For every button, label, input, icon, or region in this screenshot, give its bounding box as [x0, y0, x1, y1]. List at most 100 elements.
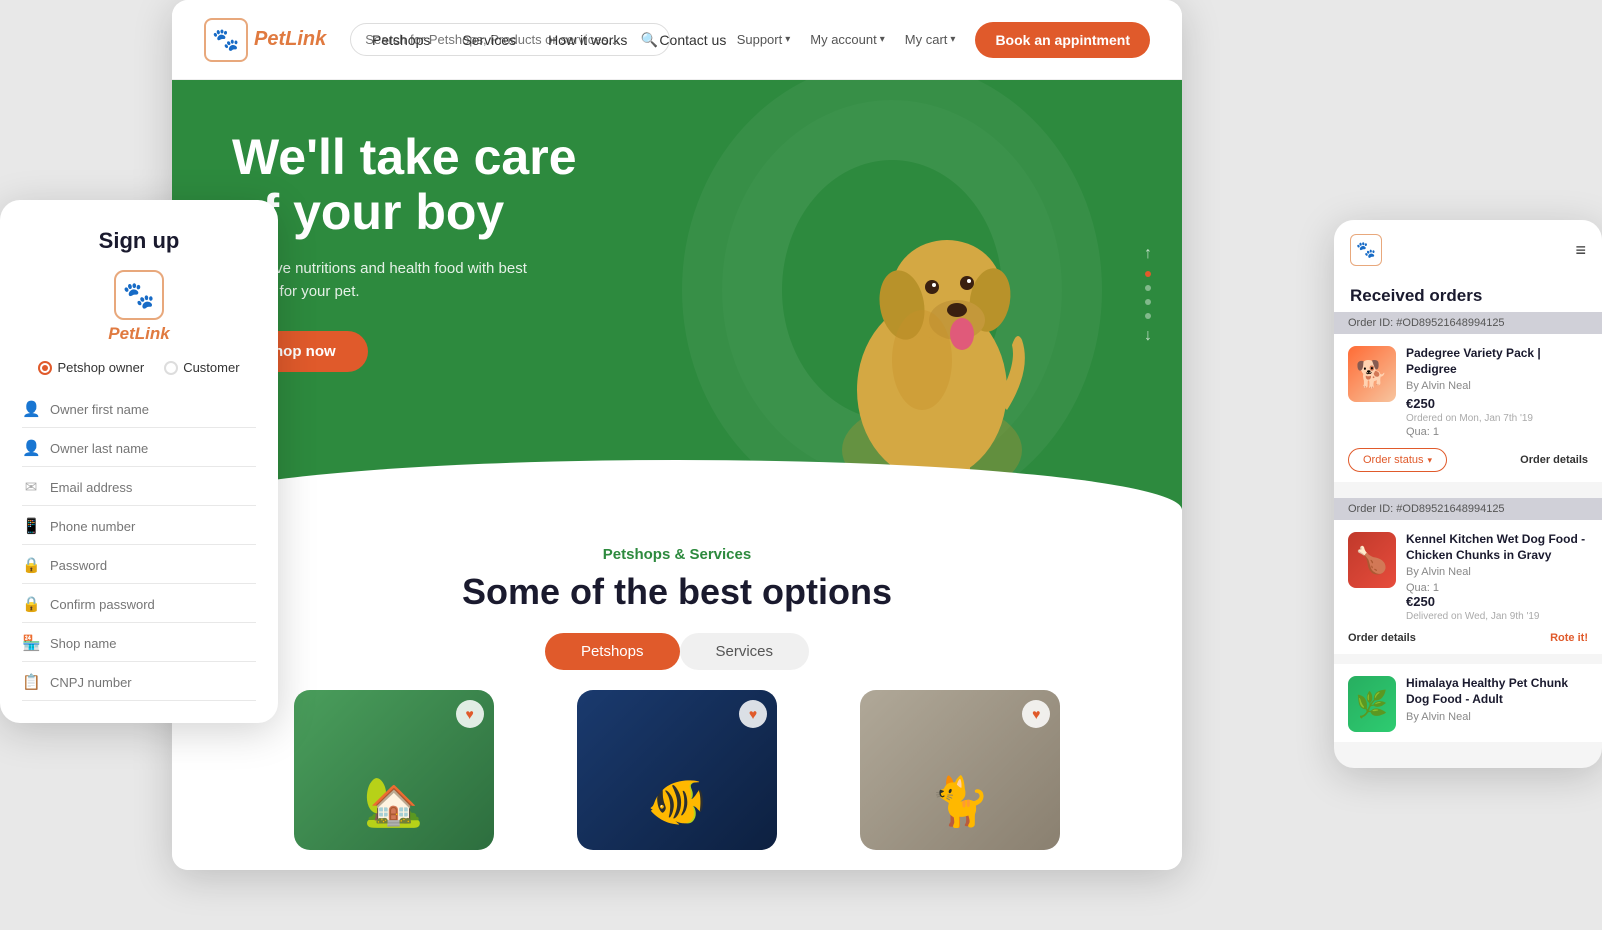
order-product-name-1: Padegree Variety Pack | Pedigree — [1406, 346, 1588, 377]
signup-title: Sign up — [22, 228, 256, 254]
logo-icon: 🐾 — [204, 18, 248, 62]
scroll-dot-4 — [1145, 313, 1151, 319]
order-info-3: Himalaya Healthy Pet Chunk Dog Food - Ad… — [1406, 676, 1588, 726]
scroll-up-icon[interactable]: ↑ — [1144, 245, 1152, 263]
account-caret-icon: ▾ — [880, 34, 885, 45]
my-account-label: My account — [810, 32, 876, 47]
section-tabs: Petshops Services — [232, 633, 1122, 670]
order-product-row-3: 🌿 Himalaya Healthy Pet Chunk Dog Food - … — [1348, 676, 1588, 732]
radio-petshop-owner[interactable]: Petshop owner — [38, 360, 144, 375]
scroll-dot-3 — [1145, 299, 1151, 305]
order-price-1: €250 — [1406, 396, 1533, 411]
nav-how-it-works[interactable]: How it works — [548, 32, 627, 48]
order-price-2: €250 — [1406, 594, 1588, 609]
lock-icon-2: 🔒 — [22, 595, 40, 613]
password-input[interactable] — [50, 558, 256, 573]
product-heart-2[interactable]: ♥ — [739, 700, 767, 728]
product-heart-3[interactable]: ♥ — [1022, 700, 1050, 728]
order-thumb-2: 🍗 — [1348, 532, 1396, 588]
person-icon-2: 👤 — [22, 439, 40, 457]
shop-name-input[interactable] — [50, 636, 256, 651]
order-actions-1: Order status ▾ Order details — [1348, 448, 1588, 472]
order-product-row-1: 🐕 Padegree Variety Pack | Pedigree By Al… — [1348, 346, 1588, 438]
hero-content: We'll take care of your boy We have nutr… — [232, 130, 577, 372]
phone-input[interactable] — [50, 519, 256, 534]
field-confirm-password: 🔒 — [22, 586, 256, 623]
hero-subtitle: We have nutritions and health food with … — [232, 258, 572, 303]
order-qty-1: Qua: 1 — [1406, 426, 1588, 438]
order-item-content-3: 🌿 Himalaya Healthy Pet Chunk Dog Food - … — [1334, 664, 1602, 742]
order-product-row-2: 🍗 Kennel Kitchen Wet Dog Food - Chicken … — [1348, 532, 1588, 622]
scroll-dot-1 — [1145, 271, 1151, 277]
signup-logo: 🐾 PetLink — [22, 270, 256, 344]
scroll-dot-2 — [1145, 285, 1151, 291]
order-by-2: By Alvin Neal — [1406, 566, 1588, 578]
signup-logo-icon: 🐾 — [114, 270, 164, 320]
radio-customer-label: Customer — [183, 360, 239, 375]
my-cart-menu[interactable]: My cart ▾ — [905, 32, 956, 47]
owner-last-name-input[interactable] — [50, 441, 256, 456]
hero-scroll-dots: ↑ ↓ — [1144, 245, 1152, 345]
order-status-label-1: Order status — [1363, 454, 1424, 466]
radio-dot-customer — [164, 361, 178, 375]
product-card-2[interactable]: ♥ 🐠 — [577, 690, 777, 850]
email-icon: ✉ — [22, 478, 40, 496]
hamburger-menu-icon[interactable]: ≡ — [1575, 240, 1586, 261]
services-section: Petshops & Services Some of the best opt… — [172, 510, 1182, 870]
book-appointment-button[interactable]: Book an appintment — [975, 22, 1150, 58]
orders-title: Received orders — [1334, 276, 1602, 312]
confirm-password-input[interactable] — [50, 597, 256, 612]
nav-contact-us[interactable]: Contact us — [659, 32, 726, 48]
cart-caret-icon: ▾ — [950, 34, 955, 45]
hero-dog-illustration — [782, 150, 1082, 510]
order-by-3: By Alvin Neal — [1406, 711, 1588, 723]
field-cnpj: 📋 — [22, 664, 256, 701]
order-actions-2: Order details Rote it! — [1348, 632, 1588, 644]
orders-logo: 🐾 — [1350, 234, 1382, 266]
orders-card: 🐾 ≡ Received orders Order ID: #OD8952164… — [1334, 220, 1602, 768]
my-account-menu[interactable]: My account ▾ — [810, 32, 885, 47]
order-status-caret-icon: ▾ — [1428, 455, 1433, 466]
support-menu[interactable]: Support ▾ — [737, 32, 791, 47]
order-details-link-1[interactable]: Order details — [1520, 454, 1588, 466]
orders-card-header: 🐾 ≡ — [1334, 220, 1602, 276]
owner-first-name-input[interactable] — [50, 402, 256, 417]
product-heart-1[interactable]: ♥ — [456, 700, 484, 728]
cnpj-input[interactable] — [50, 675, 256, 690]
field-password: 🔒 — [22, 547, 256, 584]
field-phone: 📱 — [22, 508, 256, 545]
support-caret-icon: ▾ — [785, 34, 790, 45]
order-item-3: 🌿 Himalaya Healthy Pet Chunk Dog Food - … — [1334, 664, 1602, 742]
person-icon-1: 👤 — [22, 400, 40, 418]
tab-petshops[interactable]: Petshops — [545, 633, 680, 670]
order-details-link-2[interactable]: Order details — [1348, 632, 1416, 644]
field-email: ✉ — [22, 469, 256, 506]
order-rate-link-2[interactable]: Rote it! — [1550, 632, 1588, 644]
order-product-name-3: Himalaya Healthy Pet Chunk Dog Food - Ad… — [1406, 676, 1588, 707]
field-owner-last-name: 👤 — [22, 430, 256, 467]
nav-services[interactable]: Services — [462, 32, 516, 48]
signup-radio-group: Petshop owner Customer — [22, 360, 256, 375]
product-card-3[interactable]: ♥ 🐈 — [860, 690, 1060, 850]
products-row: ♥ 🏡 ♥ 🐠 ♥ 🐈 — [232, 690, 1122, 850]
radio-owner-label: Petshop owner — [57, 360, 144, 375]
order-id-2: Order ID: #OD89521648994125 — [1334, 498, 1602, 520]
order-info-1: Padegree Variety Pack | Pedigree By Alvi… — [1406, 346, 1588, 438]
product-card-1[interactable]: ♥ 🏡 — [294, 690, 494, 850]
my-cart-label: My cart — [905, 32, 948, 47]
radio-dot-owner — [38, 361, 52, 375]
email-input[interactable] — [50, 480, 256, 495]
scroll-down-icon[interactable]: ↓ — [1144, 327, 1152, 345]
site-header: 🐾 PetLink 🔍 Support ▾ My account ▾ My ca… — [172, 0, 1182, 80]
radio-customer[interactable]: Customer — [164, 360, 239, 375]
order-status-button-1[interactable]: Order status ▾ — [1348, 448, 1447, 472]
site-logo[interactable]: 🐾 PetLink — [204, 18, 326, 62]
nav-petshops[interactable]: Petshops — [372, 32, 430, 48]
signup-card: Sign up 🐾 PetLink Petshop owner Customer… — [0, 200, 278, 723]
order-qty-2: Qua: 1 — [1406, 582, 1588, 594]
cnpj-icon: 📋 — [22, 673, 40, 691]
order-by-1: By Alvin Neal — [1406, 380, 1588, 392]
order-info-2: Kennel Kitchen Wet Dog Food - Chicken Ch… — [1406, 532, 1588, 622]
lock-icon-1: 🔒 — [22, 556, 40, 574]
tab-services[interactable]: Services — [680, 633, 810, 670]
